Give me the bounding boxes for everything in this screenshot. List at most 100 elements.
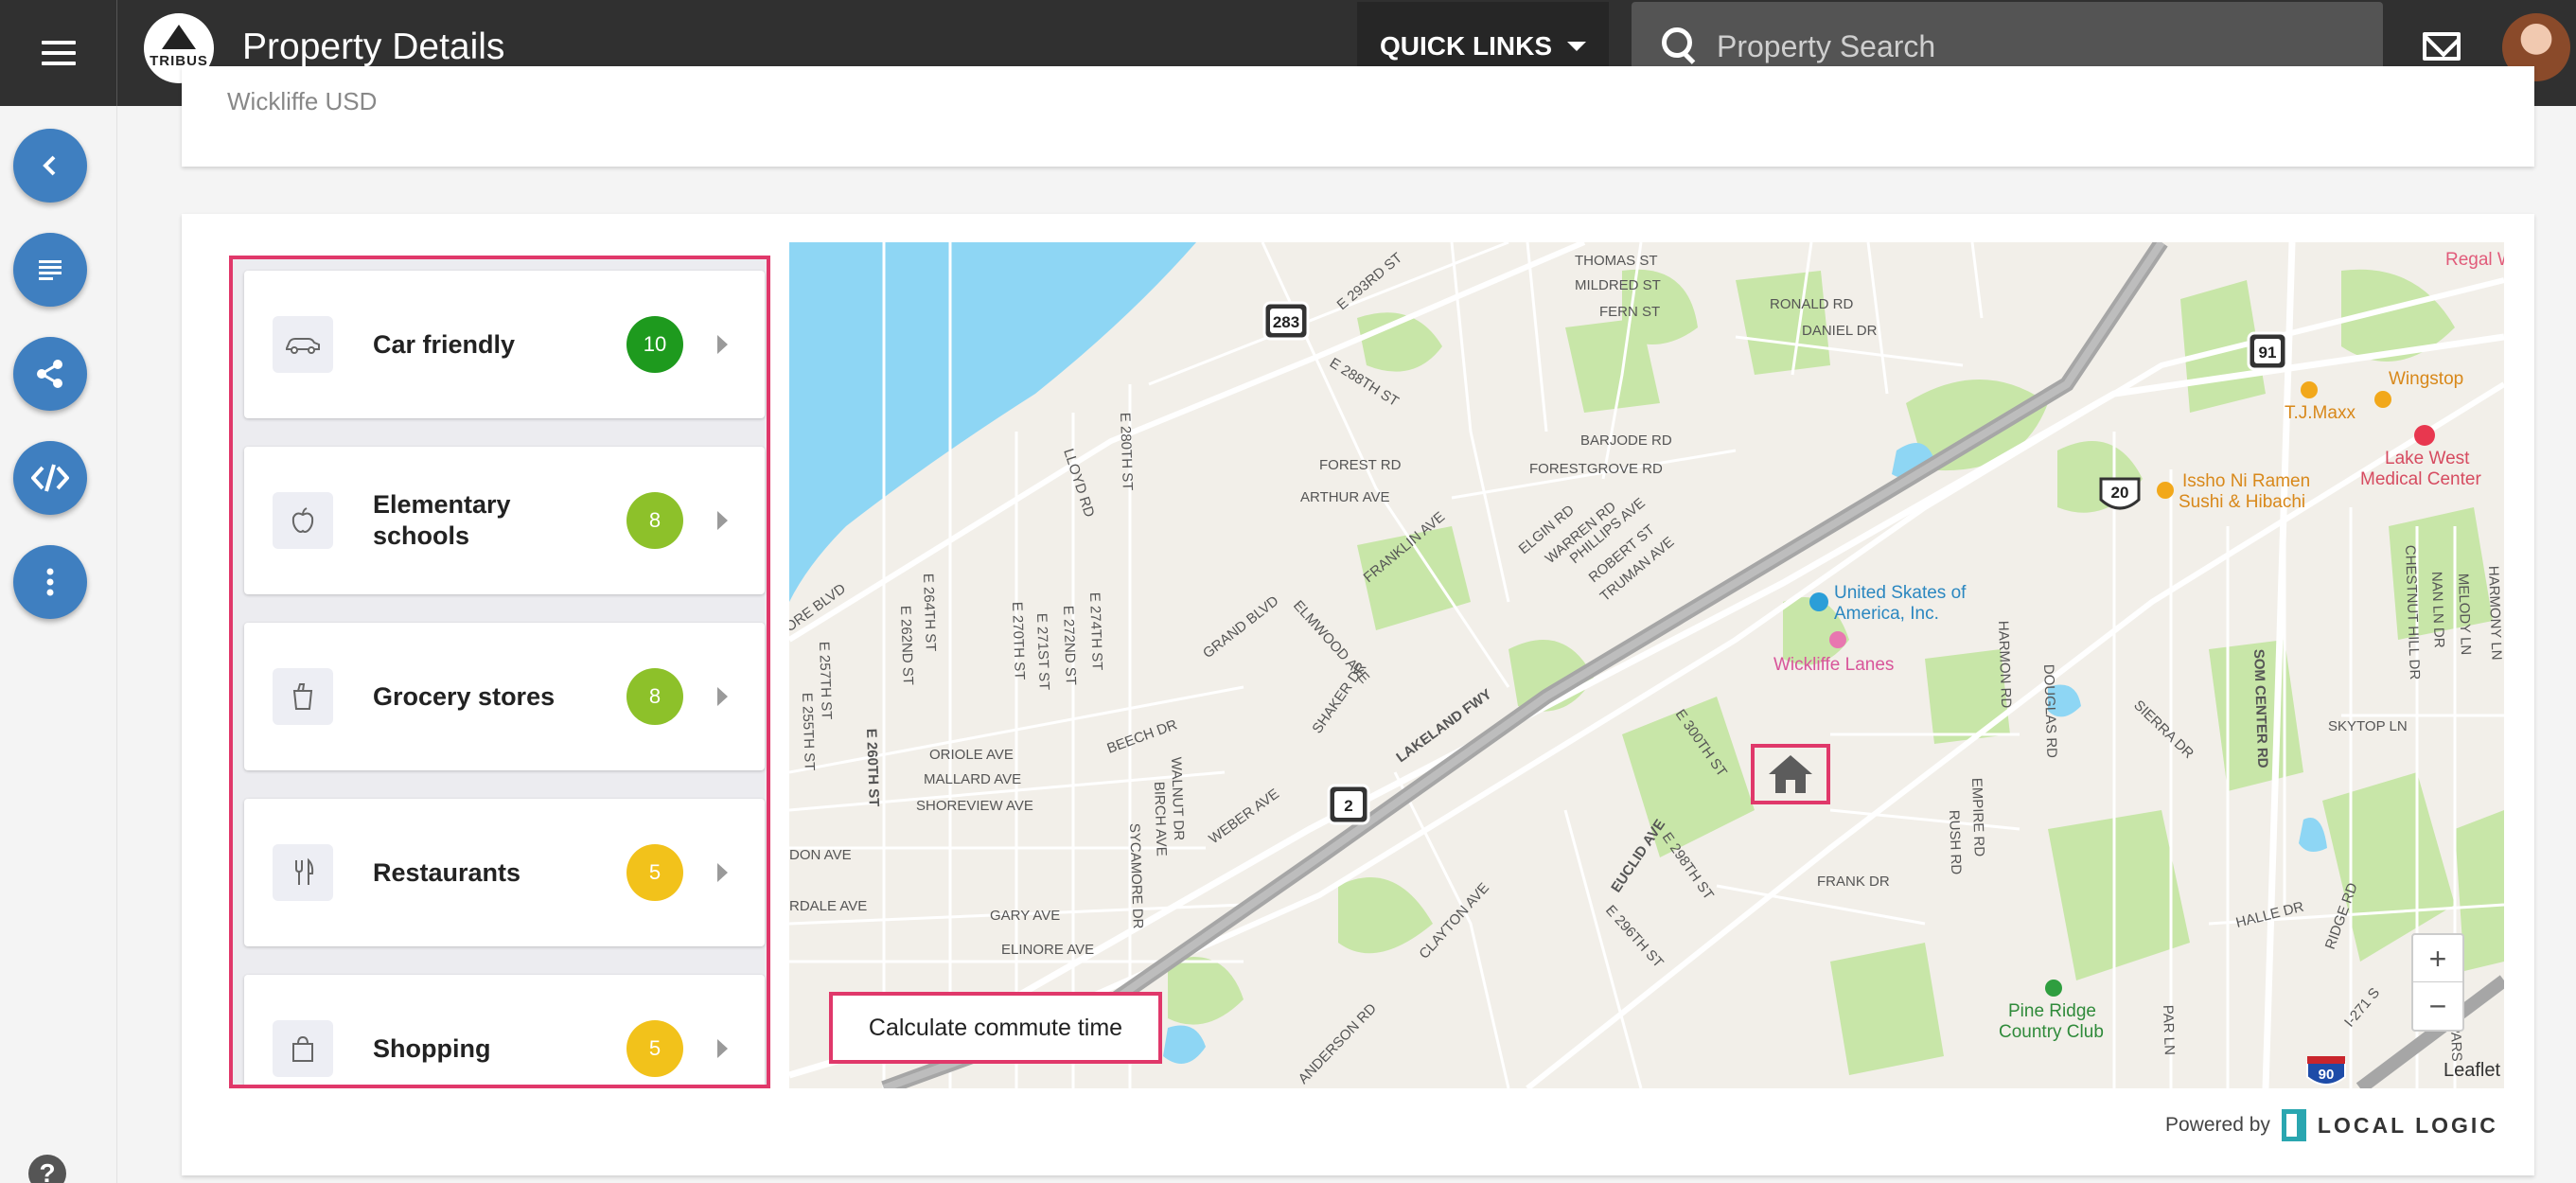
chevron-right-icon (717, 1039, 728, 1058)
svg-text:FERN ST: FERN ST (1599, 304, 1660, 320)
svg-text:CHESTNUT HILL DR: CHESTNUT HILL DR (2402, 545, 2423, 680)
category-label: Elementary schools (373, 490, 511, 550)
svg-text:E 274TH ST: E 274TH ST (1086, 592, 1105, 671)
svg-text:2: 2 (1344, 797, 1352, 815)
svg-text:20: 20 (2111, 484, 2129, 502)
apple-icon (273, 492, 333, 549)
svg-text:MILDRED ST: MILDRED ST (1575, 277, 1661, 293)
logo-triangle-icon (162, 24, 196, 49)
svg-text:SHAKER DR: SHAKER DR (1309, 660, 1369, 737)
svg-text:Lake West: Lake West (2385, 449, 2470, 468)
svg-text:90: 90 (2319, 1067, 2335, 1083)
svg-text:LLOYD RD: LLOYD RD (1060, 447, 1097, 520)
embed-code-button[interactable] (13, 441, 87, 515)
svg-text:E 260TH ST: E 260TH ST (863, 729, 882, 807)
svg-text:E 262ND ST: E 262ND ST (897, 606, 916, 686)
svg-text:E 270TH ST: E 270TH ST (1009, 602, 1028, 680)
svg-text:RONALD RD: RONALD RD (1770, 296, 1854, 312)
chevron-right-icon (717, 863, 728, 882)
svg-text:WEBER AVE: WEBER AVE (1206, 786, 1282, 847)
code-icon (31, 464, 69, 492)
neighborhood-map[interactable]: 283 91 20 2 90 Regal Wingstop T.J.Maxx L… (789, 242, 2504, 1088)
car-icon (273, 316, 333, 373)
more-options-button[interactable] (13, 545, 87, 619)
svg-text:ELINORE AVE: ELINORE AVE (1001, 942, 1094, 958)
category-score-badge: 10 (626, 316, 683, 373)
svg-text:E 255TH ST: E 255TH ST (799, 693, 818, 771)
calculate-commute-button[interactable]: Calculate commute time (829, 992, 1162, 1064)
more-vertical-icon (46, 568, 54, 596)
house-icon (1769, 755, 1812, 793)
svg-text:E 264TH ST: E 264TH ST (920, 574, 939, 652)
svg-text:LAKELAND FWY: LAKELAND FWY (1393, 686, 1494, 766)
svg-text:Issho Ni Ramen: Issho Ni Ramen (2182, 471, 2310, 491)
svg-text:Medical Center: Medical Center (2360, 469, 2481, 489)
svg-text:GARY AVE: GARY AVE (990, 908, 1060, 924)
svg-text:SKYTOP LN: SKYTOP LN (2328, 718, 2408, 734)
svg-text:BEECH DR: BEECH DR (1105, 716, 1180, 757)
category-card-car-friendly[interactable]: Car friendly 10 (244, 271, 765, 418)
leaflet-attribution-link[interactable]: Leaflet (2444, 1060, 2500, 1082)
hamburger-menu-button[interactable] (0, 0, 117, 106)
powered-by-text: Powered by (2165, 1114, 2270, 1136)
svg-text:MALLARD AVE: MALLARD AVE (924, 771, 1021, 787)
chevron-right-icon (717, 511, 728, 530)
svg-text:BIRCH AVE: BIRCH AVE (1151, 782, 1170, 856)
svg-text:E 271ST ST: E 271ST ST (1033, 613, 1052, 691)
svg-text:FRANK DR: FRANK DR (1817, 874, 1890, 890)
highway-shield-20: 20 (2099, 477, 2141, 510)
svg-text:E 272ND ST: E 272ND ST (1060, 606, 1079, 686)
category-label: Grocery stores (373, 681, 556, 711)
highway-shield-90: 90 (2306, 1056, 2346, 1086)
category-card-elementary-schools[interactable]: Elementary schools 8 (244, 447, 765, 594)
svg-text:United Skates of: United Skates of (1834, 583, 1967, 603)
property-home-marker[interactable] (1751, 744, 1830, 804)
svg-text:E 257TH ST: E 257TH ST (816, 642, 835, 720)
svg-text:I-271 S: I-271 S (2341, 985, 2383, 1031)
back-button[interactable] (13, 129, 87, 203)
svg-text:FORESTGROVE RD: FORESTGROVE RD (1529, 461, 1663, 477)
school-district-text: Wickliffe USD (227, 87, 378, 115)
zoom-out-button[interactable]: − (2413, 982, 2462, 1030)
caret-down-icon (1567, 42, 1586, 51)
zoom-in-button[interactable]: + (2413, 935, 2462, 982)
chevron-right-icon (717, 687, 728, 706)
category-label: Car friendly (373, 329, 516, 359)
category-score-badge: 8 (626, 492, 683, 549)
category-score-badge: 8 (626, 668, 683, 725)
chevron-right-icon (717, 335, 728, 354)
category-label: Shopping (373, 1033, 491, 1063)
zoom-control: + − (2411, 933, 2464, 1032)
svg-text:Sushi & Hibachi: Sushi & Hibachi (2179, 492, 2305, 512)
local-logic-logo-icon (2281, 1109, 2306, 1141)
property-search-input[interactable] (1717, 28, 2360, 64)
svg-text:SHOREVIEW AVE: SHOREVIEW AVE (916, 798, 1033, 814)
svg-text:MELODY LN: MELODY LN (2455, 574, 2474, 656)
svg-text:E 293RD ST: E 293RD ST (1334, 250, 1405, 313)
highway-shield-283: 283 (1262, 301, 1310, 341)
svg-text:Country Club: Country Club (1999, 1022, 2104, 1042)
mail-icon[interactable] (2423, 32, 2461, 61)
quick-links-label: QUICK LINKS (1380, 31, 1552, 61)
powered-by-local-logic[interactable]: Powered by LOCAL LOGIC (2165, 1109, 2498, 1141)
shopping-bag-icon (273, 1020, 333, 1077)
svg-text:HARMONY LN: HARMONY LN (2485, 566, 2504, 661)
svg-text:ARTHUR AVE: ARTHUR AVE (1300, 489, 1389, 505)
share-button[interactable] (13, 337, 87, 411)
details-button[interactable] (13, 233, 87, 307)
svg-text:THOMAS ST: THOMAS ST (1575, 253, 1658, 269)
svg-text:283: 283 (1273, 313, 1299, 331)
svg-text:DANIEL DR: DANIEL DR (1802, 323, 1878, 339)
category-card-shopping[interactable]: Shopping 5 (244, 975, 765, 1085)
category-list: Car friendly 10 Elementary schools 8 Gro… (229, 256, 770, 1088)
category-card-grocery-stores[interactable]: Grocery stores 8 (244, 623, 765, 770)
hamburger-icon (41, 41, 76, 65)
svg-text:SIERRA DR: SIERRA DR (2130, 697, 2197, 763)
svg-text:E 280TH ST: E 280TH ST (1117, 413, 1136, 491)
svg-text:Regal W: Regal W (2445, 250, 2504, 270)
highway-shield-91: 91 (2247, 331, 2288, 371)
ponds (1163, 443, 2327, 1064)
svg-text:HARMON RD: HARMON RD (1995, 621, 2014, 709)
svg-text:DOUGLAS RD: DOUGLAS RD (2040, 664, 2059, 759)
category-card-restaurants[interactable]: Restaurants 5 (244, 799, 765, 946)
